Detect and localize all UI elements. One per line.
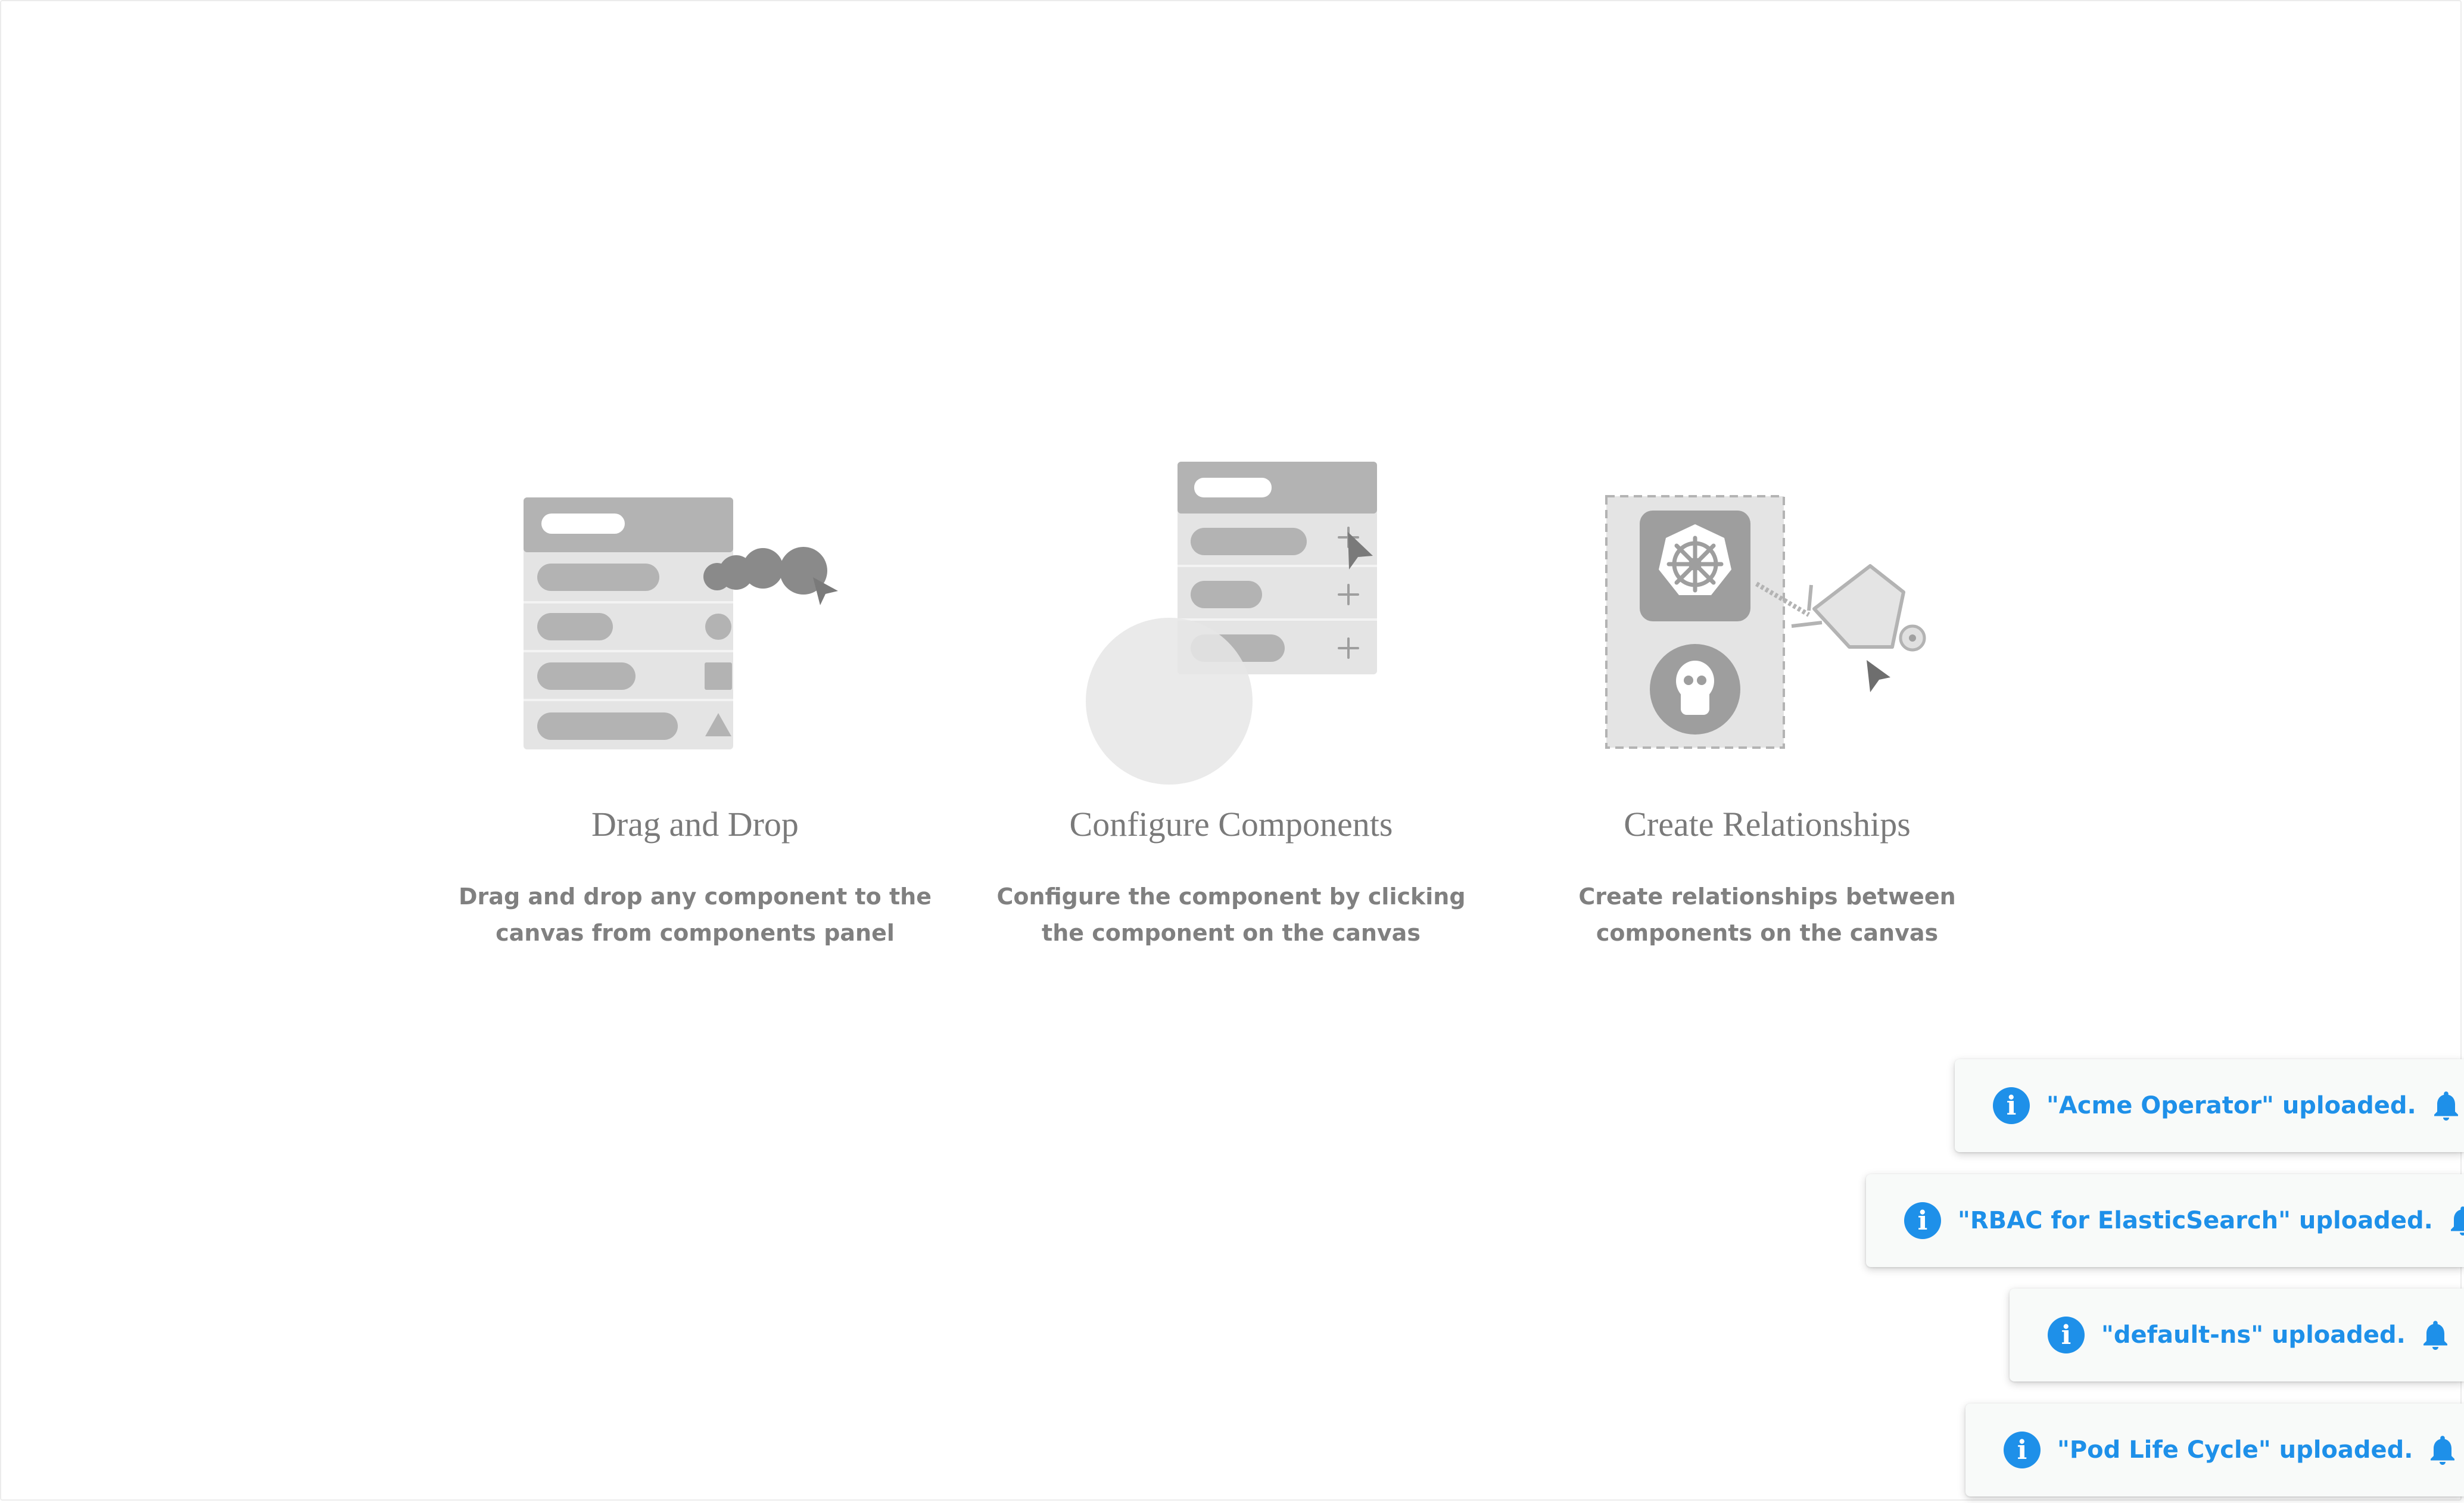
card-description: Create relationships between components … — [1578, 883, 1956, 946]
notification-message: "Acme Operator" uploaded. — [2046, 1092, 2416, 1119]
notification-message: "Pod Life Cycle" uploaded. — [2057, 1436, 2413, 1464]
configure-components-illustration — [963, 453, 1499, 786]
info-icon: i — [2048, 1317, 2085, 1353]
notification-toast[interactable]: i "RBAC for ElasticSearch" uploaded. — [1866, 1174, 2464, 1267]
configure-components-card: Configure Components Configure the compo… — [963, 453, 1499, 951]
notification-toast[interactable]: i "Acme Operator" uploaded. — [1955, 1059, 2464, 1152]
create-relationships-card: Create Relationships Create relationship… — [1499, 453, 2035, 951]
info-icon: i — [1993, 1087, 2030, 1124]
card-title: Drag and Drop — [591, 805, 799, 844]
create-relationships-illustration — [1499, 453, 2035, 786]
drag-and-drop-card: Drag and Drop Drag and drop any componen… — [427, 453, 963, 951]
bell-icon[interactable] — [2418, 1317, 2453, 1353]
bell-icon[interactable] — [2445, 1203, 2464, 1239]
notification-message: "default-ns" uploaded. — [2101, 1321, 2406, 1349]
card-title: Configure Components — [1069, 805, 1393, 844]
info-icon: i — [1904, 1202, 1941, 1239]
info-icon: i — [2004, 1432, 2041, 1468]
notification-message: "RBAC for ElasticSearch" uploaded. — [1958, 1207, 2433, 1234]
bell-icon[interactable] — [2428, 1088, 2464, 1124]
card-description: Configure the component by clicking the … — [996, 883, 1466, 946]
drag-and-drop-illustration — [427, 453, 963, 786]
notification-toast[interactable]: i "Pod Life Cycle" uploaded. — [1965, 1404, 2464, 1496]
bell-icon[interactable] — [2425, 1432, 2460, 1468]
card-title: Create Relationships — [1624, 805, 1911, 844]
notification-toast[interactable]: i "default-ns" uploaded. — [2010, 1289, 2464, 1381]
card-description: Drag and drop any component to the canva… — [459, 883, 932, 946]
